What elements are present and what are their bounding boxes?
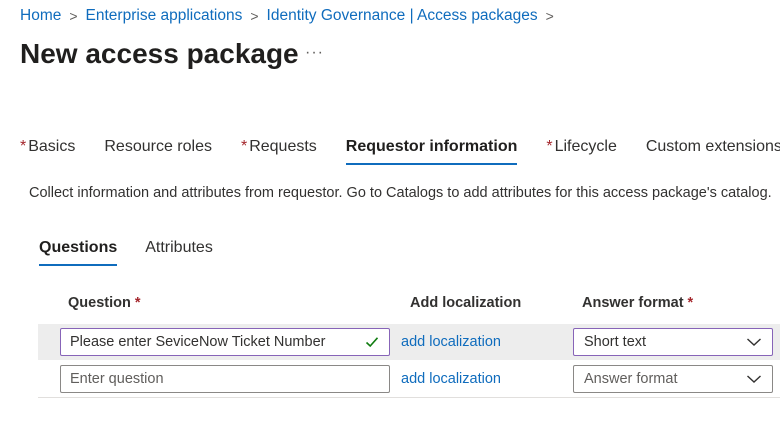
question-input[interactable]: Please enter SeviceNow Ticket Number [60,328,390,356]
required-marker: * [546,138,553,155]
tab-requests[interactable]: * Requests [241,138,317,164]
question-value: Please enter SeviceNow Ticket Number [70,334,326,350]
tab-label: Basics [28,138,76,155]
breadcrumb-separator: > [545,8,554,24]
chevron-down-icon [747,338,761,346]
tab-requestor-information[interactable]: Requestor information [345,138,518,165]
tab-lifecycle[interactable]: * Lifecycle [546,138,616,164]
column-header-label: Question [68,295,131,311]
tab-label: Requestor information [345,138,518,155]
tab-basics[interactable]: * Basics [20,138,75,164]
tab-label: Requests [249,138,317,155]
subtab-attributes[interactable]: Attributes [145,239,213,264]
page-title: New access package [20,38,299,69]
tab-label: Resource roles [104,138,212,155]
column-header-localization: Add localization [410,295,522,311]
required-marker: * [20,138,27,155]
tab-description: Collect information and attributes from … [29,185,772,201]
subtabs: Questions Attributes [39,239,241,266]
required-marker: * [687,295,694,311]
column-header-question: Question * [68,295,141,311]
question-input[interactable]: Enter question [60,365,390,393]
question-placeholder: Enter question [70,371,164,387]
breadcrumb: Home > Enterprise applications > Identit… [20,7,562,25]
table-row: Please enter SeviceNow Ticket Number add… [38,324,780,360]
breadcrumb-separator: > [69,8,78,24]
required-marker: * [134,295,141,311]
required-marker: * [240,138,248,155]
tab-label: Lifecycle [554,138,617,155]
tab-resource-roles[interactable]: Resource roles [104,138,212,164]
more-options-button[interactable]: ··· [305,44,324,62]
breadcrumb-home[interactable]: Home [20,7,61,25]
chevron-down-icon [747,375,761,383]
tab-custom-extensions[interactable]: Custom extensions [646,138,780,164]
add-localization-link[interactable]: add localization [401,334,501,350]
answer-format-value: Short text [584,334,647,350]
subtab-questions[interactable]: Questions [39,239,118,266]
checkmark-icon [364,334,380,350]
add-localization-link[interactable]: add localization [401,371,501,387]
column-header-answer-format: Answer format * [582,295,693,311]
breadcrumb-enterprise-applications[interactable]: Enterprise applications [86,7,243,25]
column-header-label: Answer format [582,295,684,311]
wizard-tabs: * Basics Resource roles * Requests Request… [20,138,780,165]
answer-format-dropdown[interactable]: Short text [573,328,773,356]
answer-format-dropdown[interactable]: Answer format [573,365,773,393]
answer-format-placeholder: Answer format [584,371,678,387]
table-row: Enter question add localization Answer f… [38,361,780,398]
breadcrumb-separator: > [250,8,259,24]
tab-label: Custom extensions [645,138,780,155]
breadcrumb-access-packages[interactable]: Identity Governance | Access packages [267,7,538,25]
